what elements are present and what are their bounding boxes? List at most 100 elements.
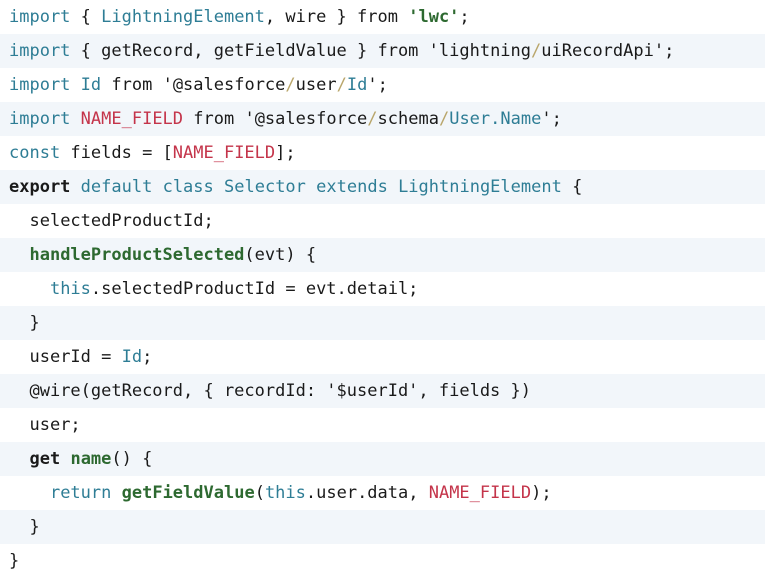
- code-token-kw-bold: export: [9, 177, 71, 197]
- code-token-plain: fields = [: [60, 143, 173, 163]
- code-line[interactable]: import Id from '@salesforce/user/Id';: [0, 68, 765, 102]
- code-token-plain: (: [254, 483, 265, 503]
- code-token-plain: ;: [459, 7, 470, 27]
- code-token-string: ';: [367, 75, 388, 95]
- code-token-string: '@salesforce: [162, 75, 286, 95]
- code-token-keyword: import: [9, 41, 71, 61]
- code-token-slash: /: [367, 109, 378, 129]
- code-token-type: User.Name: [449, 109, 542, 129]
- code-token-plain: from: [357, 7, 398, 27]
- code-line[interactable]: }: [0, 544, 765, 578]
- code-token-slash: /: [285, 75, 296, 95]
- code-token-keyword: return: [49, 483, 112, 503]
- code-token-string: uiRecordApi';: [541, 41, 675, 61]
- code-token-plain: {: [561, 177, 583, 197]
- code-token-plain: from: [183, 109, 245, 129]
- code-token-type: Selector: [224, 177, 306, 197]
- code-token-plain: ;: [142, 347, 153, 367]
- code-line[interactable]: userId = Id;: [0, 340, 765, 374]
- code-line[interactable]: user;: [0, 408, 765, 442]
- code-token-string: 'lightning: [428, 41, 532, 61]
- code-token-this: this: [49, 279, 91, 299]
- code-token-slash: /: [531, 41, 542, 61]
- code-token-plain: { getRecord, getFieldValue } from: [70, 41, 429, 61]
- code-token-keyword: import: [9, 75, 71, 95]
- code-token-func: name: [70, 449, 112, 469]
- code-line[interactable]: handleProductSelected(evt) {: [0, 238, 765, 272]
- code-token-type: LightningElement: [101, 7, 265, 27]
- code-token-string: '@salesforce: [244, 109, 368, 129]
- code-token-plain: .selectedProductId = evt.detail;: [90, 279, 419, 299]
- code-token-func: getFieldValue: [121, 483, 255, 503]
- code-token-keyword: import: [9, 7, 71, 27]
- code-line[interactable]: this.selectedProductId = evt.detail;: [0, 272, 765, 306]
- code-token-keyword: class: [162, 177, 214, 197]
- code-token-plain: userId =: [29, 347, 122, 367]
- code-token-plain: (evt) {: [244, 245, 317, 265]
- code-line[interactable]: import NAME_FIELD from '@salesforce/sche…: [0, 102, 765, 136]
- code-token-const: NAME_FIELD: [428, 483, 532, 503]
- code-token-string: user: [295, 75, 337, 95]
- code-token-string: schema: [377, 109, 439, 129]
- code-line[interactable]: import { getRecord, getFieldValue } from…: [0, 34, 765, 68]
- code-line[interactable]: }: [0, 510, 765, 544]
- code-token-keyword: import: [9, 109, 71, 129]
- code-line[interactable]: selectedProductId;: [0, 204, 765, 238]
- code-token-plain: }: [29, 517, 40, 537]
- code-token-plain: {: [70, 7, 102, 27]
- code-token-plain: selectedProductId;: [29, 211, 214, 231]
- code-line[interactable]: import { LightningElement, wire } from '…: [0, 0, 765, 34]
- code-token-const: NAME_FIELD: [80, 109, 184, 129]
- code-token-func: handleProductSelected: [29, 245, 245, 265]
- code-line[interactable]: return getFieldValue(this.user.data, NAM…: [0, 476, 765, 510]
- code-line[interactable]: }: [0, 306, 765, 340]
- code-token-plain: }: [29, 313, 40, 333]
- code-token-plain: .user.data,: [305, 483, 429, 503]
- code-line[interactable]: get name() {: [0, 442, 765, 476]
- code-token-string: ';: [541, 109, 562, 129]
- code-token-slash: /: [336, 75, 347, 95]
- code-token-plain: () {: [111, 449, 153, 469]
- code-token-keyword: extends: [316, 177, 388, 197]
- code-token-keyword: const: [9, 143, 61, 163]
- code-token-slash: /: [438, 109, 450, 129]
- code-line[interactable]: const fields = [NAME_FIELD];: [0, 136, 765, 170]
- code-token-type: Id: [346, 75, 368, 95]
- code-token-keyword: default: [80, 177, 153, 197]
- code-token-plain: from: [101, 75, 163, 95]
- code-token-this: this: [264, 483, 306, 503]
- code-token-plain: , wire }: [264, 7, 358, 27]
- code-token-const: NAME_FIELD: [172, 143, 276, 163]
- code-token-plain: }: [9, 551, 20, 571]
- code-token-plain: );: [531, 483, 552, 503]
- code-line[interactable]: @wire(getRecord, { recordId: '$userId', …: [0, 374, 765, 408]
- code-token-kw-bold: get: [29, 449, 61, 469]
- code-line[interactable]: export default class Selector extends Li…: [0, 170, 765, 204]
- code-token-strgreen: 'lwc': [408, 7, 460, 27]
- code-token-plain: ];: [275, 143, 296, 163]
- code-editor-viewport[interactable]: import { LightningElement, wire } from '…: [0, 0, 765, 578]
- code-token-type: LightningElement: [398, 177, 562, 197]
- code-token-type: Id: [80, 75, 102, 95]
- code-token-type: Id: [121, 347, 143, 367]
- code-token-plain: @wire(getRecord, { recordId: '$userId', …: [29, 381, 531, 401]
